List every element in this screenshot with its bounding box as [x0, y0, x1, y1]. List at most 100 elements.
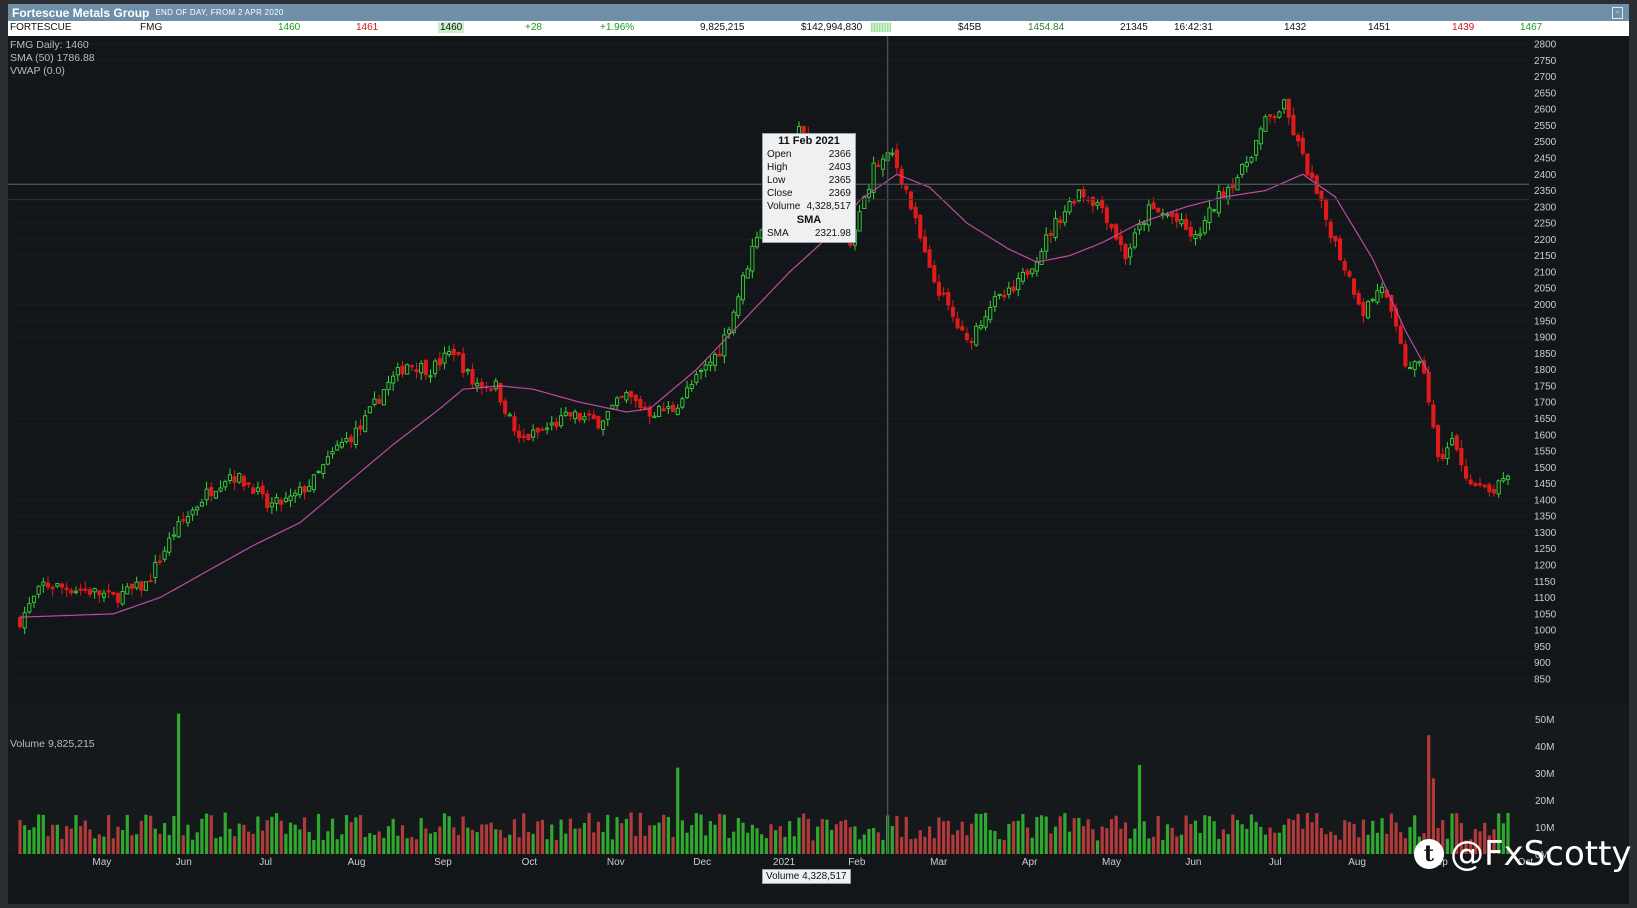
volume-bar: [1352, 823, 1356, 854]
volume-bar: [1161, 840, 1165, 854]
volume-bar: [116, 826, 120, 854]
candle-body: [1272, 116, 1277, 119]
volume-bar: [461, 816, 465, 854]
volume-bar: [662, 814, 666, 854]
candle-body: [311, 474, 316, 491]
volume-bar: [746, 832, 750, 854]
tooltip-value: 2365: [828, 175, 851, 186]
volume-bar: [200, 818, 204, 854]
candle-body: [1188, 226, 1193, 237]
volume-bar: [1049, 833, 1053, 854]
candle-body: [335, 444, 340, 451]
candle-body: [1258, 128, 1263, 145]
volume-bar: [149, 815, 153, 854]
volume-bar: [862, 834, 866, 854]
candle-body: [377, 398, 382, 404]
candle-body: [698, 369, 704, 373]
candle-body: [1282, 99, 1287, 110]
price-tick-label: 2800: [1534, 40, 1557, 51]
volume-bar: [1315, 813, 1319, 854]
candle-body: [545, 427, 550, 430]
candle-body: [1254, 140, 1259, 156]
candle-body: [1230, 184, 1235, 189]
candle-body: [367, 406, 372, 414]
price-tick-label: 1250: [1534, 544, 1557, 555]
volume-bar: [685, 832, 689, 854]
candle-body: [694, 374, 699, 383]
price-tick-label: 1150: [1534, 577, 1556, 588]
volume-bar: [326, 831, 330, 854]
candle-body: [936, 281, 941, 296]
price-tick-label: 1350: [1534, 512, 1557, 523]
volume-bar: [288, 822, 293, 854]
volume-bar: [274, 813, 279, 854]
candle-body: [521, 435, 526, 438]
volume-bar: [1259, 826, 1263, 854]
month-label: Jul: [259, 857, 272, 868]
month-label: Feb: [848, 857, 866, 868]
candle-body: [143, 581, 148, 591]
candle-body: [297, 486, 302, 496]
volume-bar: [853, 826, 857, 854]
volume-bar: [51, 824, 55, 854]
volume-bar: [876, 832, 880, 854]
volume-bar: [1249, 814, 1254, 854]
candle-body: [1310, 172, 1315, 179]
candle-body: [1338, 238, 1343, 261]
candle-body: [1473, 483, 1478, 487]
candle-body: [83, 588, 88, 591]
candle-body: [1226, 187, 1231, 200]
candle-body: [1146, 204, 1151, 226]
candle-body: [1463, 466, 1469, 479]
volume-bar: [1408, 827, 1412, 854]
volume-bar: [228, 828, 232, 854]
volume-bar: [923, 836, 927, 854]
candle-body: [22, 612, 27, 629]
volume-bar: [512, 819, 517, 854]
tooltip-label: Open: [767, 149, 792, 160]
volume-bar: [65, 826, 69, 854]
volume-bar: [564, 833, 568, 854]
candle-body: [17, 617, 23, 628]
price-tick-label: 2250: [1534, 219, 1557, 230]
tooltip-label: Volume: [767, 201, 801, 212]
candle-body: [237, 473, 242, 483]
price-tick-label: 2700: [1534, 72, 1557, 83]
tooltip-label: Close: [767, 188, 793, 199]
candle-body: [1324, 199, 1329, 220]
candle-body: [1170, 212, 1175, 217]
volume-bar: [517, 837, 521, 854]
window-menu-icon[interactable]: ▫: [1612, 7, 1623, 19]
volume-bar: [624, 818, 628, 854]
month-label: Jun: [176, 857, 192, 868]
volume-bar: [1324, 834, 1328, 854]
volume-bar: [806, 818, 810, 854]
candle-body: [582, 416, 587, 421]
twitter-logo-icon: t: [1414, 839, 1444, 869]
volume-bar: [1081, 826, 1086, 854]
volume-bar: [107, 815, 111, 854]
volume-bar: [135, 834, 139, 854]
volume-bar: [676, 767, 680, 854]
tooltip-value: 2403: [828, 162, 851, 173]
candle-body: [302, 486, 307, 493]
volume-bar: [1361, 819, 1366, 854]
volume-bar: [176, 713, 181, 854]
title-bar: Fortescue Metals Group END OF DAY, FROM …: [8, 4, 1629, 21]
volume-bar: [298, 829, 302, 854]
volume-bar: [1091, 829, 1095, 854]
candle-body: [405, 364, 410, 375]
volume-bar: [1142, 821, 1146, 854]
candle-body: [409, 365, 414, 368]
volume-bar: [610, 839, 615, 854]
candle-body: [1403, 343, 1408, 367]
volume-bar: [1385, 833, 1389, 854]
volume-bar: [1189, 824, 1193, 854]
tooltip-label: Low: [767, 175, 786, 186]
price-tick-label: 1550: [1534, 447, 1557, 458]
candle-body: [1491, 489, 1497, 494]
volume-bar: [1277, 832, 1282, 854]
candle-body: [321, 464, 326, 474]
candle-body: [470, 369, 475, 385]
volume-tick-label: 10M: [1535, 823, 1554, 834]
